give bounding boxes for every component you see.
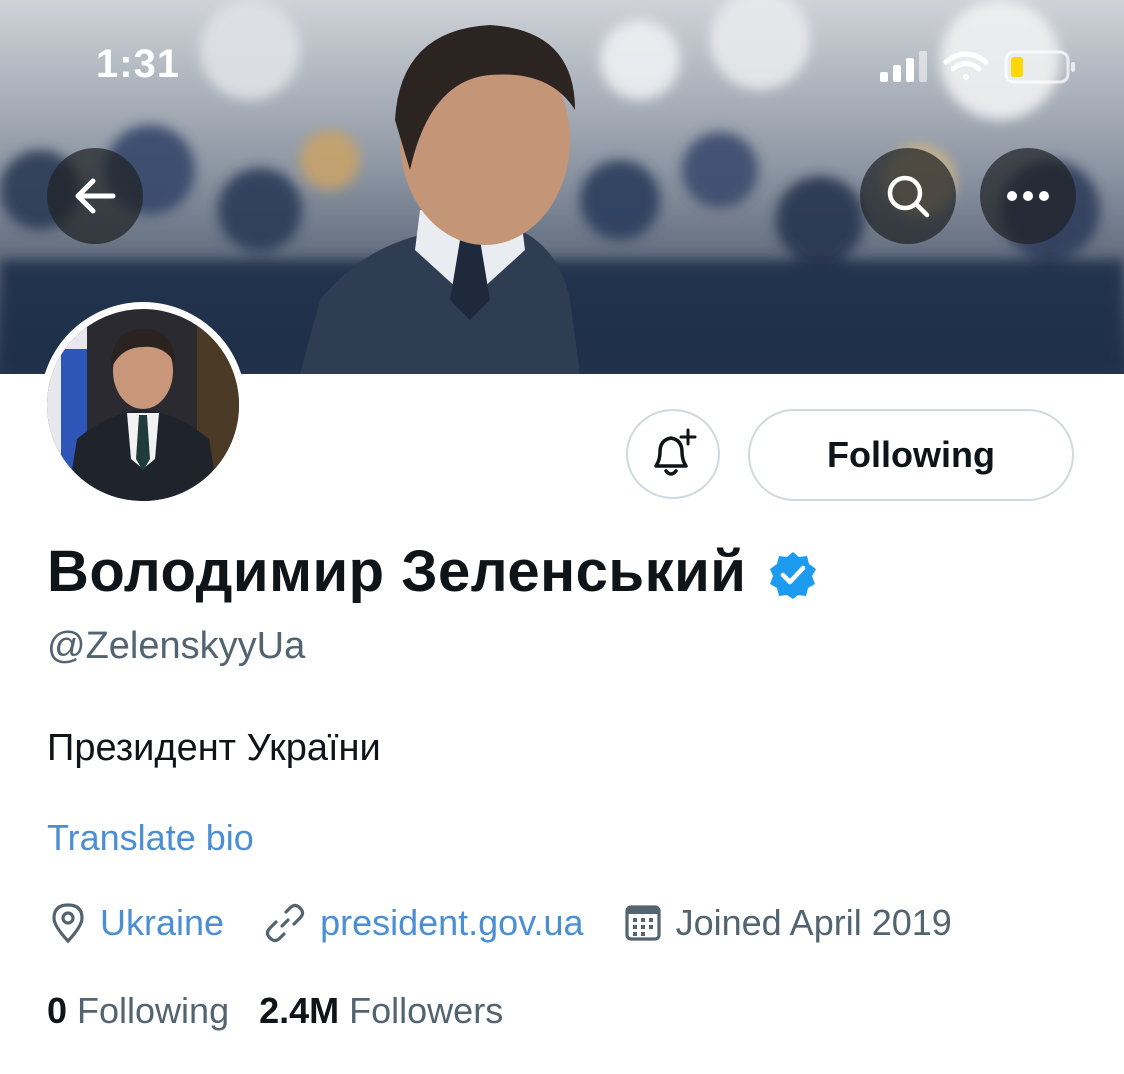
back-arrow-icon <box>75 178 116 214</box>
translate-bio-link[interactable]: Translate bio <box>47 817 254 859</box>
back-button[interactable] <box>47 148 143 244</box>
name-row: Володимир Зеленський <box>47 538 818 605</box>
avatar-photo <box>47 309 239 501</box>
follow-counts: 0 Following 2.4M Followers <box>47 990 533 1032</box>
joined-date: Joined April 2019 <box>675 902 952 943</box>
status-icons <box>880 50 1075 84</box>
location-item: Ukraine <box>50 902 224 944</box>
verified-badge-icon <box>770 551 817 599</box>
wifi-icon <box>943 51 989 80</box>
followers-count-link[interactable]: 2.4M Followers <box>259 990 503 1032</box>
followers-count: 2.4M <box>259 990 340 1031</box>
followers-label: Followers <box>349 990 504 1031</box>
search-button[interactable] <box>860 148 956 244</box>
signal-icon <box>880 51 927 82</box>
profile-handle: @ZelenskyyUa <box>47 625 306 667</box>
more-icon <box>1007 191 1049 201</box>
notify-button[interactable] <box>626 409 720 499</box>
more-button[interactable] <box>980 148 1076 244</box>
bell-plus-icon <box>654 428 697 476</box>
following-button[interactable]: Following <box>748 409 1074 501</box>
battery-icon <box>1004 50 1075 84</box>
link-icon <box>265 903 305 943</box>
profile-meta: Ukraine president.gov.ua Joined April 20… <box>50 902 992 944</box>
calendar-icon <box>624 905 661 941</box>
profile-bio: Президент України <box>47 727 381 769</box>
website-link[interactable]: president.gov.ua <box>320 902 584 944</box>
profile-avatar[interactable] <box>40 302 246 508</box>
display-name: Володимир Зеленський <box>47 539 747 604</box>
following-count: 0 <box>47 990 68 1031</box>
joined-item: Joined April 2019 <box>624 902 952 944</box>
search-icon <box>887 175 930 218</box>
location-pin-icon <box>52 903 84 944</box>
status-time: 1:31 <box>96 42 181 86</box>
location-link[interactable]: Ukraine <box>100 902 224 944</box>
website-item: president.gov.ua <box>264 902 584 944</box>
following-count-link[interactable]: 0 Following <box>47 990 229 1032</box>
following-label: Following <box>77 990 230 1031</box>
